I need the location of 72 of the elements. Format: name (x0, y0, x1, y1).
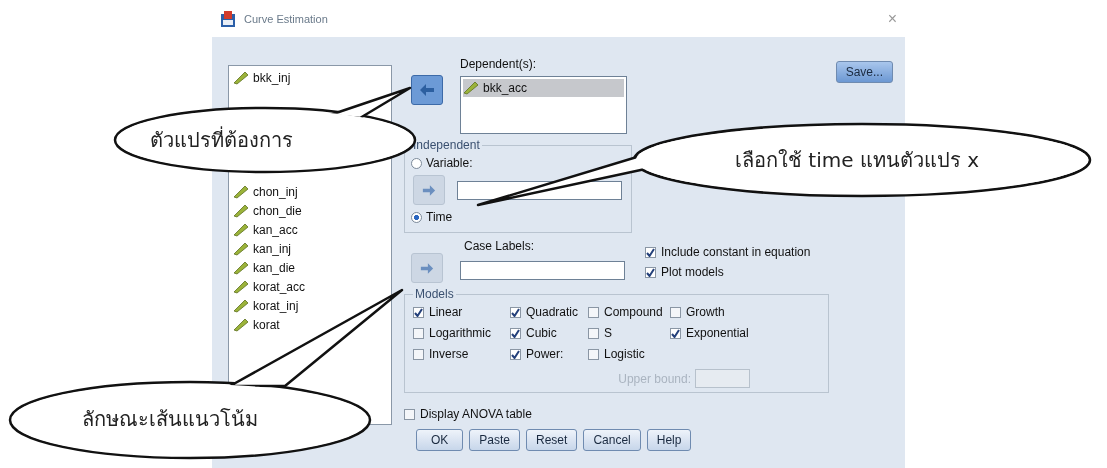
arrow-icon (420, 262, 434, 274)
ruler-icon (233, 203, 249, 218)
dependents-label: Dependent(s): (460, 57, 538, 73)
checkbox[interactable] (510, 327, 521, 339)
checkbox-option[interactable]: Inverse (413, 347, 469, 361)
checkbox-option[interactable]: Display ANOVA table (404, 407, 532, 421)
ruler-icon (233, 279, 249, 294)
ruler-icon (233, 70, 249, 85)
variable-name[interactable]: kan_acc (253, 222, 298, 237)
checkbox-option[interactable]: Logarithmic (413, 326, 492, 340)
checkbox-option[interactable]: Compound (588, 305, 663, 319)
ruler-icon (233, 222, 249, 237)
group-title: Independent (412, 138, 481, 152)
app-icon (220, 9, 238, 28)
checkbox-option[interactable]: Quadratic (510, 305, 579, 319)
checkbox[interactable] (510, 348, 521, 360)
radio-option[interactable]: Variable: (411, 154, 473, 172)
input-field[interactable] (460, 261, 625, 280)
checkbox-option[interactable]: Growth (670, 305, 725, 319)
checkbox[interactable] (404, 408, 415, 420)
checkbox[interactable] (670, 327, 681, 339)
checkbox-option[interactable]: Logistic (588, 347, 645, 361)
checkbox[interactable] (645, 246, 656, 258)
save-button[interactable]: Save... (835, 61, 893, 83)
checkbox-option[interactable]: Plot models (645, 265, 724, 279)
variable-name[interactable]: korat_inj (253, 298, 299, 313)
dependents-list[interactable]: bkk_acc (460, 76, 627, 134)
move-button[interactable] (413, 175, 445, 205)
checkbox-option[interactable]: S (588, 326, 612, 340)
checkbox-option[interactable]: Exponential (670, 326, 749, 340)
dialog-button[interactable]: Reset (526, 429, 578, 451)
case-labels-label: Case Labels: (464, 239, 536, 255)
move-button[interactable] (411, 75, 443, 105)
arrow-icon (422, 184, 436, 196)
ruler-icon (233, 241, 249, 256)
callout-text: เลือกใช้ time แทนตัวแปร x (735, 147, 980, 174)
dialog-button[interactable]: OK (416, 429, 464, 451)
checkbox[interactable] (670, 306, 681, 318)
checkbox[interactable] (588, 327, 599, 339)
variable-name[interactable]: chon_inj (253, 184, 298, 199)
dialog-button[interactable]: Paste (469, 429, 521, 451)
input-field[interactable] (695, 369, 750, 388)
variable-name[interactable]: bkk_inj (253, 70, 291, 85)
checkbox-option[interactable]: Include constant in equation (645, 245, 811, 259)
ruler-icon (233, 317, 249, 332)
checkbox[interactable] (588, 348, 599, 360)
ruler-icon (463, 81, 479, 95)
ruler-icon (233, 260, 249, 275)
window-title: Curve Estimation (244, 12, 329, 25)
dialog-button[interactable]: Cancel (583, 429, 641, 451)
group-title: Models (414, 287, 455, 301)
dialog-button[interactable]: Help (646, 429, 692, 451)
move-button[interactable] (411, 253, 443, 283)
checkbox[interactable] (413, 348, 424, 360)
variable-name[interactable]: chon_die (253, 203, 302, 218)
checkbox[interactable] (588, 306, 599, 318)
variable-name[interactable]: korat (253, 317, 280, 332)
checkbox[interactable] (413, 327, 424, 339)
dependent-item[interactable]: bkk_acc (463, 79, 624, 97)
radio-option[interactable]: Time (411, 208, 453, 226)
checkbox[interactable] (645, 266, 656, 278)
arrow-icon (419, 84, 435, 96)
checkbox-option[interactable]: Cubic (510, 326, 557, 340)
ruler-icon (233, 298, 249, 313)
ruler-icon (233, 184, 249, 199)
checkbox-option[interactable]: Linear (413, 305, 463, 319)
variable-name[interactable]: korat_acc (253, 279, 306, 294)
checkbox[interactable] (510, 306, 521, 318)
checkbox[interactable] (413, 306, 424, 318)
variable-name[interactable]: kan_inj (253, 241, 292, 256)
checkbox-option[interactable]: Power: (510, 347, 564, 361)
variable-name[interactable]: kan_die (253, 260, 296, 275)
